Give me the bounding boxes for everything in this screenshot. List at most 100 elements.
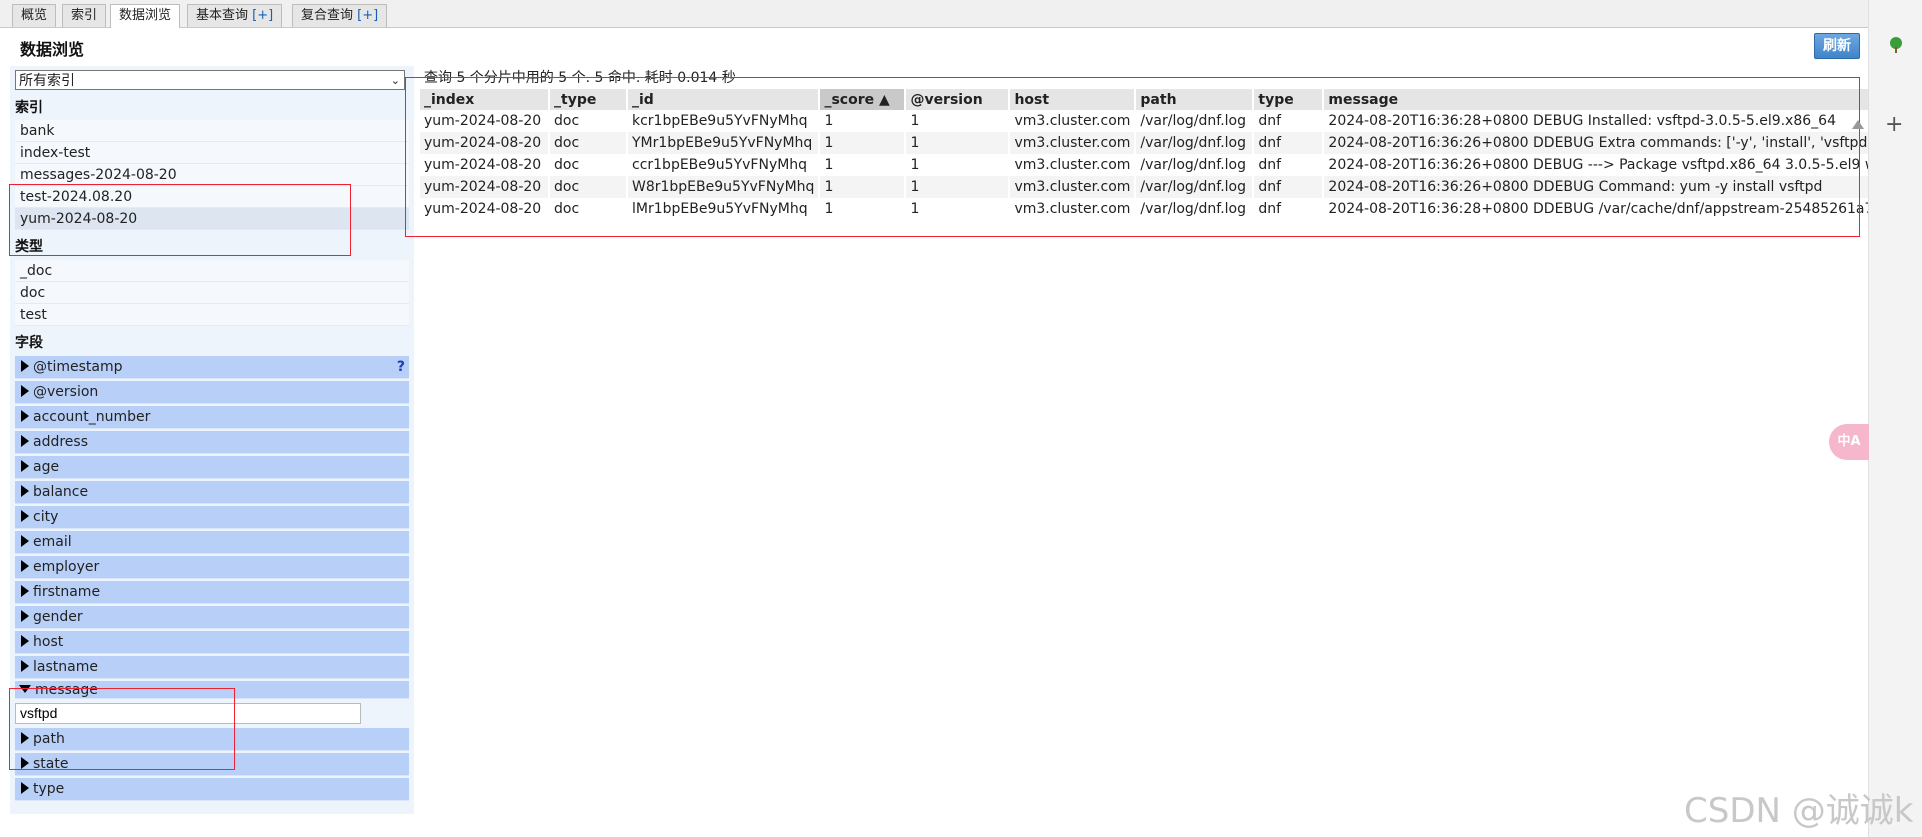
table-cell: yum-2024-08-20: [420, 132, 550, 154]
add-icon[interactable]: +: [1885, 112, 1903, 137]
table-cell: W8r1bpEBe9u5YvFNyMhq: [627, 176, 821, 198]
sidebar-item-index-selected[interactable]: yum-2024-08-20: [15, 208, 409, 230]
sidebar-item-type[interactable]: _doc: [15, 260, 409, 282]
watermark: CSDN @诚诚k: [1684, 791, 1914, 831]
table-cell: doc: [549, 198, 628, 220]
table-cell: yum-2024-08-20: [420, 198, 550, 220]
field-row-state[interactable]: state: [15, 753, 409, 776]
field-row-employer[interactable]: employer: [15, 556, 409, 579]
field-row-gender[interactable]: gender: [15, 606, 409, 629]
field-row-firstname[interactable]: firstname: [15, 581, 409, 604]
table-cell: /var/log/dnf.log: [1135, 154, 1255, 176]
field-name: gender: [33, 609, 83, 625]
sidebar-item-index[interactable]: test-2024.08.20: [15, 186, 409, 208]
table-cell: 2024-08-20T16:36:28+0800 DEBUG Installed…: [1323, 110, 1889, 132]
field-row-address[interactable]: address: [15, 431, 409, 454]
field-row-message[interactable]: message: [15, 681, 409, 699]
field-row-path[interactable]: path: [15, 728, 409, 751]
table-cell: dnf: [1253, 198, 1325, 220]
sidebar-item-type[interactable]: test: [15, 304, 409, 326]
table-cell: doc: [549, 110, 628, 132]
tab-basic-query[interactable]: 基本查询 [+]: [187, 4, 283, 27]
sidebar-item-index[interactable]: bank: [15, 120, 409, 142]
column-header[interactable]: type: [1253, 89, 1325, 110]
help-icon[interactable]: ?: [397, 356, 405, 379]
chevron-down-icon: ⌄: [390, 74, 400, 87]
expand-icon: [21, 732, 29, 744]
index-select[interactable]: 所有索引 ⌄: [15, 70, 405, 90]
field-row-version[interactable]: @version: [15, 381, 409, 404]
field-name: address: [33, 434, 89, 450]
table-cell: kcr1bpEBe9u5YvFNyMhq: [627, 110, 821, 132]
field-row-balance[interactable]: balance: [15, 481, 409, 504]
table-cell: 1: [819, 176, 907, 198]
tab-label: 基本查询: [196, 8, 249, 23]
tab-bar: 概览 索引 数据浏览 基本查询 [+] 复合查询 [+]: [0, 0, 1868, 28]
tab-add-icon[interactable]: [+]: [357, 8, 378, 23]
refresh-button[interactable]: 刷新: [1814, 33, 1860, 59]
table-cell: vm3.cluster.com: [1009, 132, 1137, 154]
field-row-timestamp[interactable]: @timestamp?: [15, 356, 409, 379]
translate-icon[interactable]: 中A: [1829, 424, 1869, 460]
table-cell: vm3.cluster.com: [1009, 110, 1137, 132]
column-header[interactable]: @version: [905, 89, 1011, 110]
field-name: message: [35, 682, 98, 698]
tab-overview[interactable]: 概览: [12, 4, 57, 27]
field-name: city: [33, 509, 59, 525]
expand-icon: [21, 660, 29, 672]
table-row[interactable]: yum-2024-08-20 doc YMr1bpEBe9u5YvFNyMhq 1 1 v…: [420, 132, 1889, 154]
table-row[interactable]: yum-2024-08-20 doc kcr1bpEBe9u5YvFNyMhq 1 1 v…: [420, 110, 1889, 132]
sidebar-item-type[interactable]: doc: [15, 282, 409, 304]
table-row[interactable]: yum-2024-08-20 doc W8r1bpEBe9u5YvFNyMhq 1 1 v…: [420, 176, 1889, 198]
field-name: firstname: [33, 584, 101, 600]
table-cell: yum-2024-08-20: [420, 154, 550, 176]
column-header[interactable]: host: [1009, 89, 1137, 110]
field-row-lastname[interactable]: lastname: [15, 656, 409, 679]
column-header[interactable]: path: [1135, 89, 1255, 110]
tab-data-browse[interactable]: 数据浏览: [110, 4, 181, 28]
message-filter-input[interactable]: [15, 703, 361, 724]
table-cell: 1: [905, 176, 1011, 198]
column-header[interactable]: message: [1323, 89, 1889, 110]
table-cell: 2024-08-20T16:36:28+0800 DDEBUG /var/cac…: [1323, 198, 1889, 220]
tab-add-icon[interactable]: [+]: [252, 8, 273, 23]
types-title: 类型: [15, 239, 43, 255]
field-name: employer: [33, 559, 100, 575]
column-header-sorted[interactable]: _score ▲: [819, 89, 907, 110]
expand-icon: [21, 510, 29, 522]
tab-indices[interactable]: 索引: [62, 4, 107, 27]
field-row-account-number[interactable]: account_number: [15, 406, 409, 429]
expand-icon: [21, 485, 29, 497]
page-header: 数据浏览 刷新: [10, 28, 1860, 62]
table-row[interactable]: yum-2024-08-20 doc lMr1bpEBe9u5YvFNyMhq 1 1 v…: [420, 198, 1889, 220]
tree-icon[interactable]: [1887, 36, 1905, 54]
field-row-type[interactable]: type: [15, 778, 409, 801]
sidebar-item-index[interactable]: index-test: [15, 142, 409, 164]
scroll-up-icon[interactable]: [1852, 120, 1864, 129]
table-cell: /var/log/dnf.log: [1135, 110, 1255, 132]
tab-compound-query[interactable]: 复合查询 [+]: [292, 4, 388, 27]
field-name: lastname: [33, 659, 98, 675]
field-name: host: [33, 634, 64, 650]
table-cell: dnf: [1253, 176, 1325, 198]
column-header[interactable]: _type: [549, 89, 628, 110]
expand-icon: [21, 635, 29, 647]
column-header[interactable]: _id: [627, 89, 821, 110]
field-name: @version: [33, 384, 99, 400]
sidebar-item-index[interactable]: messages-2024-08-20: [15, 164, 409, 186]
query-summary: 查询 5 个分片中用的 5 个. 5 命中. 耗时 0.014 秒: [424, 70, 736, 86]
sidebar: 所有索引 ⌄ 索引 bank index-test messages-2024-…: [10, 66, 414, 814]
field-row-city[interactable]: city: [15, 506, 409, 529]
table-row[interactable]: yum-2024-08-20 doc ccr1bpEBe9u5YvFNyMhq 1 1 v…: [420, 154, 1889, 176]
field-name: account_number: [33, 409, 151, 425]
field-row-host[interactable]: host: [15, 631, 409, 654]
table-cell: 2024-08-20T16:36:26+0800 DDEBUG Extra co…: [1323, 132, 1889, 154]
field-row-email[interactable]: email: [15, 531, 409, 554]
column-header[interactable]: _index: [420, 89, 550, 110]
expand-icon: [21, 360, 29, 372]
field-row-age[interactable]: age: [15, 456, 409, 479]
expand-icon: [21, 460, 29, 472]
table-cell: YMr1bpEBe9u5YvFNyMhq: [627, 132, 821, 154]
expand-icon: [21, 535, 29, 547]
tab-label: 索引: [71, 8, 98, 23]
